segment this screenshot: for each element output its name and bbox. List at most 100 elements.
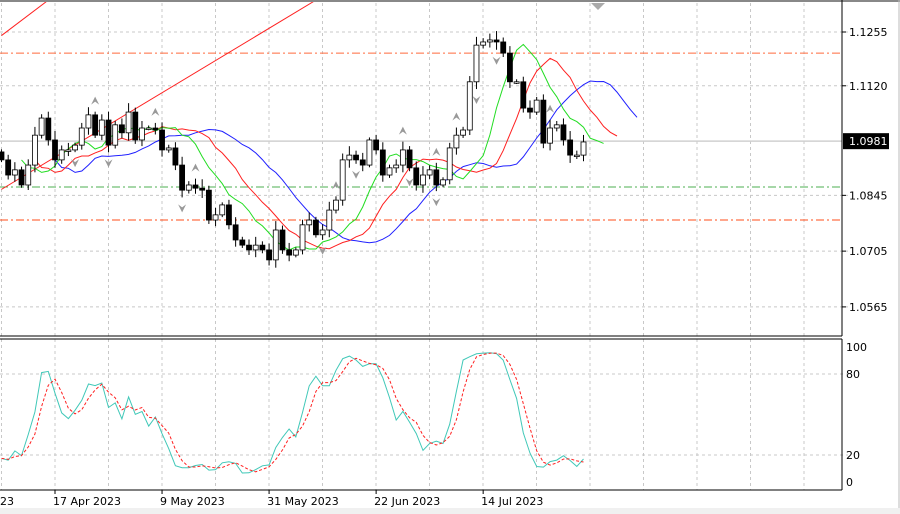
candle-bullish bbox=[573, 154, 580, 158]
candle-bullish bbox=[185, 184, 192, 191]
fractal-up-icon bbox=[452, 112, 461, 121]
price-tick-label: 1.0565 bbox=[849, 301, 888, 314]
candle-bullish bbox=[473, 44, 480, 83]
stochastic-level-label: 100 bbox=[846, 341, 867, 354]
fractal-up-icon bbox=[191, 163, 200, 172]
candle-bullish bbox=[460, 129, 466, 136]
candle-bullish bbox=[139, 127, 145, 141]
trading-chart[interactable]: 1.1255 1.1120 1.0845 1.0705 1.0565 1.0981 100 8… bbox=[0, 0, 900, 514]
date-label: 9 May 2023 bbox=[160, 495, 225, 508]
candle-bearish bbox=[266, 249, 272, 261]
candle-bullish bbox=[420, 174, 426, 186]
candle-bearish bbox=[527, 107, 533, 113]
candle-bearish bbox=[5, 159, 12, 176]
candle-bullish bbox=[219, 204, 226, 216]
candle-bearish bbox=[413, 167, 420, 186]
date-label: 14 Jul 2023 bbox=[481, 495, 543, 508]
candle-bullish bbox=[292, 249, 299, 256]
candle-bullish bbox=[98, 119, 105, 136]
candle-bearish bbox=[560, 124, 567, 141]
fractal-down-icon bbox=[71, 159, 80, 168]
candle-bullish bbox=[366, 139, 373, 166]
price-tick-label: 1.0845 bbox=[849, 189, 888, 202]
candle-bullish bbox=[58, 149, 65, 161]
candle-bullish bbox=[326, 209, 333, 231]
candle-bearish bbox=[192, 184, 199, 189]
candle-bearish bbox=[105, 119, 112, 146]
candle-bullish bbox=[11, 169, 18, 176]
candle-bearish bbox=[239, 239, 246, 246]
candle-bullish bbox=[440, 179, 446, 186]
fractal-down-icon bbox=[352, 170, 361, 179]
candle-bearish bbox=[199, 187, 206, 191]
date-label: 22 Jun 2023 bbox=[374, 495, 440, 508]
chart-shift-marker-icon[interactable] bbox=[591, 3, 605, 10]
candle-bullish bbox=[212, 214, 219, 221]
fractal-down-icon bbox=[178, 204, 187, 213]
candle-bullish bbox=[480, 41, 487, 46]
candle-bullish bbox=[165, 147, 172, 151]
candle-bullish bbox=[306, 219, 313, 226]
candle-bearish bbox=[540, 99, 547, 144]
fractal-down-icon bbox=[432, 198, 441, 207]
candle-bullish bbox=[513, 81, 520, 84]
candle-bullish bbox=[32, 134, 38, 166]
candle-bearish bbox=[52, 139, 58, 161]
trendline bbox=[1, 0, 49, 36]
candle-bearish bbox=[132, 111, 139, 141]
stochastic-indicator bbox=[1, 352, 584, 474]
candle-bullish bbox=[252, 244, 259, 251]
candle-bullish bbox=[393, 164, 400, 169]
candle-bullish bbox=[580, 141, 587, 156]
candle-bearish bbox=[172, 147, 179, 166]
fractal-up-icon bbox=[546, 104, 555, 113]
stochastic-level-label: 0 bbox=[846, 476, 853, 489]
candle-bullish bbox=[486, 39, 493, 43]
fractal-markers bbox=[71, 56, 555, 255]
price-tick-label: 1.1255 bbox=[849, 26, 888, 39]
candle-bearish bbox=[18, 169, 25, 186]
chart-canvas[interactable]: 1.1255 1.1120 1.0845 1.0705 1.0565 1.0981 100 8… bbox=[0, 0, 900, 514]
date-label: 31 May 2023 bbox=[267, 495, 339, 508]
candle-bullish bbox=[299, 224, 306, 251]
current-price-label: 1.0981 bbox=[849, 135, 888, 148]
candle-bullish bbox=[25, 164, 32, 186]
candle-bearish bbox=[159, 129, 165, 151]
candle-bearish bbox=[279, 229, 286, 251]
candle-bearish bbox=[0, 151, 5, 161]
candle-bullish bbox=[386, 167, 393, 176]
fractal-down-icon bbox=[472, 96, 481, 105]
candle-bearish bbox=[379, 149, 386, 176]
candle-bullish bbox=[65, 149, 72, 152]
candle-bearish bbox=[226, 204, 232, 226]
fractal-down-icon bbox=[492, 56, 501, 65]
candle-bullish bbox=[112, 124, 119, 146]
candle-bullish bbox=[72, 144, 78, 151]
stochastic-level-label: 80 bbox=[846, 368, 860, 381]
fractal-down-icon bbox=[405, 178, 414, 187]
candle-bullish bbox=[346, 154, 353, 161]
candle-bullish bbox=[446, 147, 453, 181]
candle-bearish bbox=[507, 52, 513, 83]
candle-bullish bbox=[125, 111, 132, 134]
fractal-up-icon bbox=[151, 107, 160, 116]
axes: 1.1255 1.1120 1.0845 1.0705 1.0565 1.0981 100 8… bbox=[0, 26, 889, 508]
candle-bearish bbox=[152, 127, 159, 131]
price-tick-label: 1.0705 bbox=[849, 245, 888, 258]
candle-bearish bbox=[406, 149, 413, 169]
candle-bearish bbox=[359, 159, 366, 166]
chart-frame bbox=[0, 0, 900, 514]
candle-bearish bbox=[493, 39, 500, 43]
candle-bearish bbox=[45, 117, 52, 141]
candle-bullish bbox=[453, 134, 460, 149]
candle-bullish bbox=[547, 127, 553, 144]
candle-bullish bbox=[466, 81, 473, 131]
candle-bearish bbox=[205, 189, 212, 221]
alligator-jaw-line bbox=[54, 80, 638, 244]
fractal-up-icon bbox=[432, 147, 441, 156]
stochastic-main-line bbox=[1, 352, 584, 474]
candle-bullish bbox=[426, 169, 433, 176]
candle-bullish bbox=[533, 99, 540, 113]
fractal-up-icon bbox=[331, 181, 340, 190]
fractal-up-icon bbox=[91, 96, 100, 105]
